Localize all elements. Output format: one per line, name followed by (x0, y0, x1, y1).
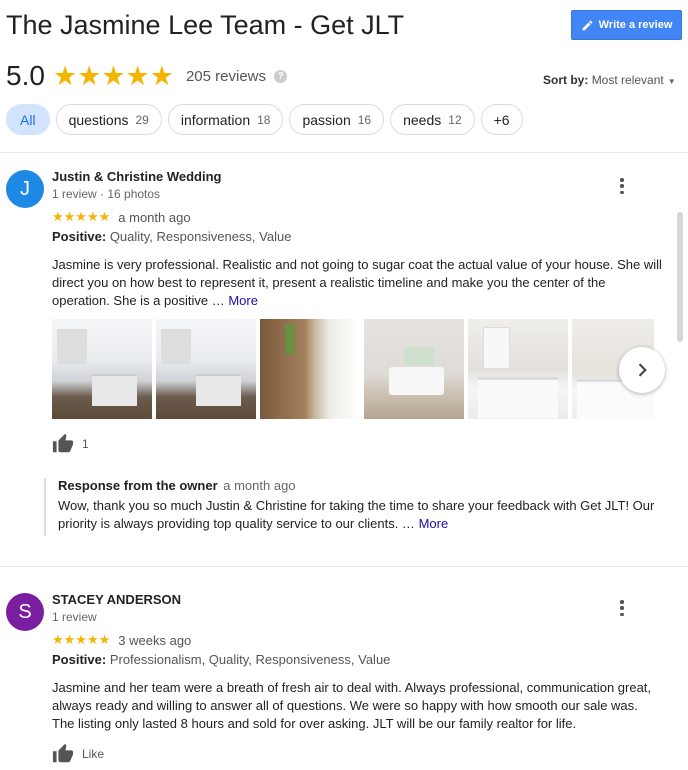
owner-response-date: a month ago (223, 478, 296, 493)
like-button[interactable]: 1 (52, 433, 89, 455)
chip-count: 18 (257, 112, 271, 127)
more-options-icon[interactable] (617, 178, 627, 194)
review-rating: ★★★★★ a month ago (52, 209, 191, 225)
review-photo[interactable] (468, 319, 568, 419)
rating-summary: 5.0 ★★★★★ 205 reviews ? (6, 60, 288, 92)
scrollbar-thumb[interactable] (677, 212, 683, 342)
more-link[interactable]: More (228, 293, 258, 308)
review-stars: ★★★★★ (52, 209, 111, 224)
sort-dropdown[interactable]: Sort by: Most relevant ▼ (543, 73, 676, 87)
chip-needs[interactable]: needs 12 (390, 104, 475, 135)
chip-label: +6 (493, 111, 510, 128)
like-label: Like (82, 747, 105, 761)
review-author[interactable]: STACEY ANDERSON (52, 592, 181, 607)
positive-label: Positive: (52, 229, 107, 244)
chevron-right-icon (638, 363, 647, 377)
more-link[interactable]: More (419, 516, 449, 531)
thumbs-up-icon (52, 743, 74, 763)
help-icon[interactable]: ? (274, 69, 288, 83)
sort-value: Most relevant (591, 73, 664, 87)
average-rating: 5.0 (6, 60, 45, 91)
caret-down-icon: ▼ (667, 77, 676, 86)
sort-label: Sort by: (543, 73, 589, 87)
review-photo[interactable] (52, 319, 152, 419)
review-positive: Positive: Professionalism, Quality, Resp… (52, 652, 390, 667)
review-text: Jasmine and her team were a breath of fr… (52, 680, 652, 731)
thumbs-up-icon (52, 433, 74, 453)
divider (0, 152, 688, 153)
owner-response-header: Response from the owner a month ago (58, 478, 664, 493)
rating-stars: ★★★★★ (52, 60, 174, 91)
avatar[interactable]: J (6, 170, 44, 208)
chip-all[interactable]: All (6, 104, 50, 135)
place-title: The Jasmine Lee Team - Get JLT (6, 10, 405, 40)
review-photo[interactable] (364, 319, 464, 419)
write-review-label: Write a review (598, 19, 673, 31)
review-author-meta: 1 review (52, 610, 97, 624)
review-count: 205 reviews (185, 67, 267, 85)
chip-count: 16 (357, 112, 372, 127)
owner-response-label: Response from the owner (58, 478, 218, 493)
chip-label: questions (68, 111, 129, 128)
owner-response-text: Wow, thank you so much Justin & Christin… (58, 497, 658, 533)
more-options-icon[interactable] (617, 600, 627, 616)
positive-text: Professionalism, Quality, Responsiveness… (109, 652, 391, 667)
review-stars: ★★★★★ (52, 632, 111, 647)
review-text: Jasmine is very professional. Realistic … (52, 256, 662, 310)
chip-label: passion (302, 111, 351, 128)
review-date: 3 weeks ago (118, 632, 192, 648)
owner-response: Response from the owner a month ago Wow,… (44, 478, 664, 536)
review-body: Jasmine is very professional. Realistic … (52, 257, 662, 308)
positive-label: Positive: (52, 652, 107, 667)
chip-information[interactable]: information 18 (167, 104, 284, 135)
review-author-meta: 1 review · 16 photos (52, 187, 161, 201)
like-button[interactable]: Like (52, 743, 104, 765)
chip-more[interactable]: +6 (480, 104, 523, 135)
positive-text: Quality, Responsiveness, Value (109, 229, 292, 244)
topic-chips: All questions 29 information 18 passion 16 … (6, 104, 523, 135)
review-author[interactable]: Justin & Christine Wedding (52, 169, 222, 184)
review-photo[interactable] (260, 319, 360, 419)
chip-questions[interactable]: questions 29 (55, 104, 162, 135)
review-photos (52, 319, 654, 419)
pencil-icon (582, 20, 592, 30)
next-photos-button[interactable] (619, 347, 665, 393)
chip-count: 12 (448, 112, 462, 127)
chip-label: information (180, 111, 251, 128)
review-photo[interactable] (156, 319, 256, 419)
like-count: 1 (82, 437, 89, 451)
chip-count: 29 (135, 112, 149, 127)
owner-response-body: Wow, thank you so much Justin & Christin… (58, 498, 655, 531)
chip-label: All (20, 111, 36, 128)
review-rating: ★★★★★ 3 weeks ago (52, 632, 191, 648)
review-positive: Positive: Quality, Responsiveness, Value (52, 229, 291, 244)
chip-passion[interactable]: passion 16 (289, 104, 385, 135)
divider (0, 566, 688, 567)
chip-label: needs (403, 111, 442, 128)
write-review-button[interactable]: Write a review (571, 10, 682, 40)
review-date: a month ago (118, 209, 191, 225)
avatar[interactable]: S (6, 593, 44, 631)
